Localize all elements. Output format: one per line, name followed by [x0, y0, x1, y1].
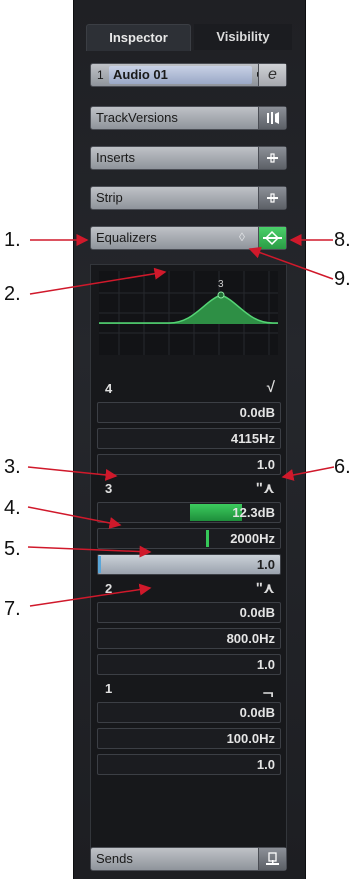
band-4-gain-value: 0.0dB	[239, 405, 275, 420]
band-2-number: 2	[105, 581, 113, 596]
band-1-gain-field[interactable]: 0.0dB	[97, 702, 281, 723]
band-2-gain-field[interactable]: 0.0dB	[97, 602, 281, 623]
section-sends-label: Sends	[96, 851, 133, 866]
sends-route-icon[interactable]	[258, 848, 286, 870]
band-3-number: 3	[105, 481, 113, 496]
band-1-header[interactable]: 1 ᆨ	[97, 678, 281, 700]
band-3-q-value: 1.0	[256, 557, 275, 572]
eq-curve-node-label: 3	[218, 279, 224, 290]
band-3-type-icon[interactable]: ʺ⋏	[256, 479, 275, 497]
band-4-type-icon[interactable]: √	[267, 379, 275, 396]
section-trackversions-label: TrackVersions	[96, 110, 178, 125]
band-1-gain-value: 0.0dB	[239, 705, 275, 720]
band-2-gain-value: 0.0dB	[239, 605, 275, 620]
annotation-9: 9.	[334, 268, 351, 290]
annotation-8: 8.	[334, 229, 351, 251]
band-3-gain-value: 12.3dB	[232, 505, 275, 520]
track-header[interactable]: 1 Audio 01 ▸ e	[90, 63, 287, 87]
annotation-2: 2.	[4, 283, 21, 305]
band-4-gain-field[interactable]: 0.0dB	[97, 402, 281, 423]
tab-bar: Inspector Visibility	[86, 24, 292, 51]
band-3-q-marker	[98, 556, 101, 573]
annotation-4: 4.	[4, 497, 21, 519]
band-3-header[interactable]: 3 ʺ⋏	[97, 478, 281, 500]
edit-channel-button[interactable]: e	[258, 64, 286, 86]
eq-active-toggle-icon[interactable]	[258, 227, 286, 249]
band-2-freq-value: 800.0Hz	[226, 631, 275, 646]
annotation-3: 3.	[4, 456, 21, 478]
band-1-q-field[interactable]: 1.0	[97, 754, 281, 775]
band-1-type-icon[interactable]: ᆨ	[261, 679, 275, 700]
band-3-freq-field[interactable]: 2000Hz	[97, 528, 281, 549]
section-inserts-label: Inserts	[96, 150, 136, 165]
equalizer-body: 3 4 √ 0.0dB 4115Hz 1.0 3 ʺ⋏ 12.3dB 2000H…	[90, 264, 287, 852]
band-2-header[interactable]: 2 ʺ⋏	[97, 578, 281, 600]
band-4-q-value: 1.0	[256, 457, 275, 472]
track-name[interactable]: Audio 01	[109, 66, 252, 84]
annotation-7: 7.	[4, 598, 21, 620]
eq-bypass-diamond-icon[interactable]: ◊	[239, 226, 245, 248]
band-4-number: 4	[105, 381, 113, 396]
band-3-freq-marker	[206, 530, 209, 547]
annotation-5: 5.	[4, 538, 21, 560]
section-inserts[interactable]: Inserts	[90, 146, 287, 170]
tab-inspector[interactable]: Inspector	[86, 24, 191, 51]
band-2-q-value: 1.0	[256, 657, 275, 672]
section-trackversions[interactable]: TrackVersions	[90, 106, 287, 130]
band-4-header[interactable]: 4 √	[97, 378, 281, 400]
section-sends[interactable]: Sends	[90, 847, 287, 871]
inserts-toggle-icon[interactable]	[258, 147, 286, 169]
inspector-panel: Inspector Visibility 1 Audio 01 ▸ e Trac…	[73, 0, 306, 879]
strip-toggle-icon[interactable]	[258, 187, 286, 209]
band-2-freq-field[interactable]: 800.0Hz	[97, 628, 281, 649]
trackversions-icon[interactable]	[258, 107, 286, 129]
tab-visibility[interactable]: Visibility	[194, 24, 292, 50]
band-2-q-field[interactable]: 1.0	[97, 654, 281, 675]
band-3-q-field[interactable]: 1.0	[97, 554, 281, 575]
section-strip-label: Strip	[96, 190, 123, 205]
section-strip[interactable]: Strip	[90, 186, 287, 210]
eq-curve-display[interactable]: 3	[99, 271, 278, 355]
band-1-q-value: 1.0	[256, 757, 275, 772]
band-3-freq-value: 2000Hz	[230, 531, 275, 546]
band-4-freq-field[interactable]: 4115Hz	[97, 428, 281, 449]
band-4-q-field[interactable]: 1.0	[97, 454, 281, 475]
band-3-gain-field[interactable]: 12.3dB	[97, 502, 281, 523]
band-2-type-icon[interactable]: ʺ⋏	[256, 579, 275, 597]
band-1-freq-value: 100.0Hz	[226, 731, 275, 746]
track-number: 1	[97, 68, 104, 82]
annotation-1: 1.	[4, 229, 21, 251]
section-equalizers[interactable]: Equalizers ◊	[90, 226, 287, 250]
band-1-freq-field[interactable]: 100.0Hz	[97, 728, 281, 749]
section-equalizers-label: Equalizers	[96, 230, 157, 245]
annotation-6: 6.	[334, 456, 351, 478]
band-1-number: 1	[105, 681, 113, 696]
band-4-freq-value: 4115Hz	[230, 431, 275, 446]
